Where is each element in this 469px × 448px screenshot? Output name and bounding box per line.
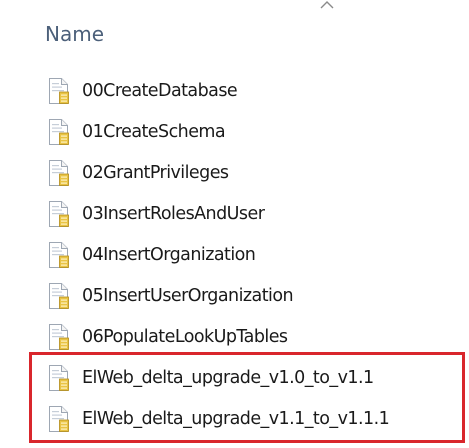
file-list: 00CreateDatabase 01CreateSchema 02GrantP…	[0, 73, 469, 442]
sql-script-file-icon	[49, 406, 69, 432]
file-row[interactable]: 01CreateSchema	[0, 114, 469, 155]
file-row[interactable]: 02GrantPrivileges	[0, 155, 469, 196]
name-column-header[interactable]: Name	[0, 14, 469, 54]
file-name: 05InsertUserOrganization	[82, 286, 294, 306]
sql-script-file-icon	[49, 119, 69, 145]
sql-script-file-icon	[49, 201, 69, 227]
file-row[interactable]: 04InsertOrganization	[0, 237, 469, 278]
file-row[interactable]: 00CreateDatabase	[0, 73, 469, 114]
file-row[interactable]: 03InsertRolesAndUser	[0, 196, 469, 237]
sql-script-file-icon	[49, 242, 69, 268]
sql-script-file-icon	[49, 324, 69, 350]
sql-script-file-icon	[49, 365, 69, 391]
sql-script-file-icon	[49, 160, 69, 186]
chevron-up-icon[interactable]	[320, 0, 334, 10]
sql-script-file-icon	[49, 78, 69, 104]
file-row[interactable]: 06PopulateLookUpTables	[0, 319, 469, 360]
file-name: 03InsertRolesAndUser	[82, 204, 265, 224]
name-column-label: Name	[45, 22, 105, 46]
file-row[interactable]: ElWeb_delta_upgrade_v1.1_to_v1.1.1	[0, 401, 469, 442]
file-name: 06PopulateLookUpTables	[82, 327, 288, 347]
file-row[interactable]: 05InsertUserOrganization	[0, 278, 469, 319]
file-name: ElWeb_delta_upgrade_v1.1_to_v1.1.1	[82, 409, 390, 429]
file-explorer-view: Name 00CreateDatabase 01CreateSchema 02G…	[0, 0, 469, 448]
file-name: 01CreateSchema	[82, 122, 226, 142]
sql-script-file-icon	[49, 283, 69, 309]
file-name: ElWeb_delta_upgrade_v1.0_to_v1.1	[82, 368, 374, 388]
file-name: 02GrantPrivileges	[82, 163, 229, 183]
file-row[interactable]: ElWeb_delta_upgrade_v1.0_to_v1.1	[0, 360, 469, 401]
file-name: 00CreateDatabase	[82, 81, 238, 101]
file-name: 04InsertOrganization	[82, 245, 256, 265]
